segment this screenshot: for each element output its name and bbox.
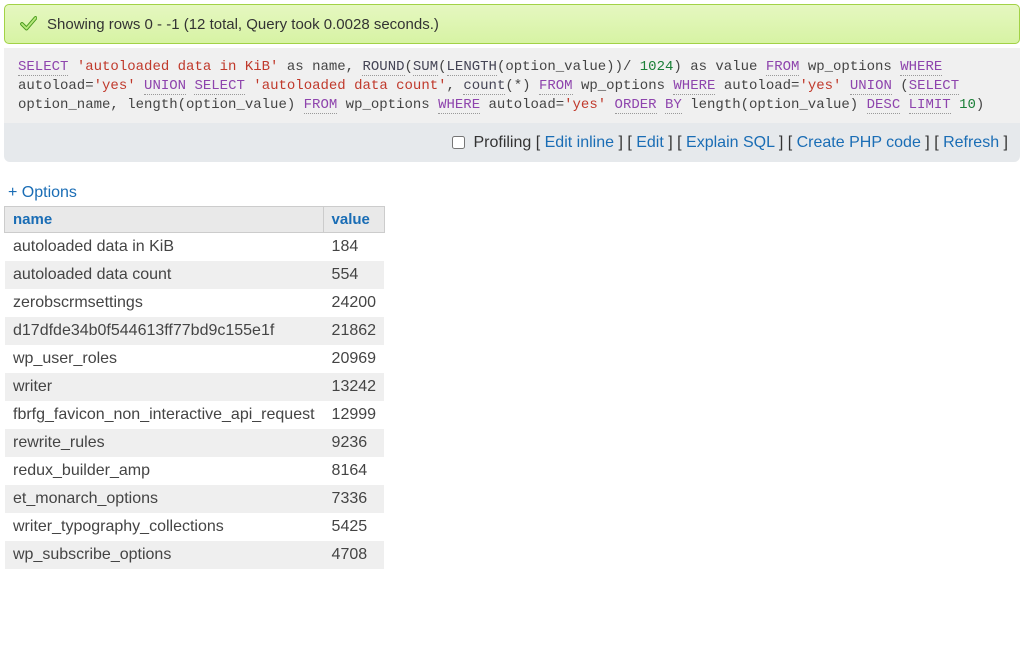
check-icon (19, 15, 37, 33)
table-row[interactable]: wp_subscribe_options4708 (5, 541, 385, 569)
table-row[interactable]: d17dfde34b0f544613ff77bd9c155e1f21862 (5, 317, 385, 345)
options-toggle[interactable]: + Options (8, 184, 77, 202)
cell-value: 21862 (323, 317, 384, 345)
cell-name: wp_user_roles (5, 345, 324, 373)
results-table: name value autoloaded data in KiB184auto… (4, 206, 385, 569)
cell-value: 4708 (323, 541, 384, 569)
create-php-link[interactable]: Create PHP code (797, 134, 921, 151)
query-success-text: Showing rows 0 - -1 (12 total, Query too… (47, 16, 439, 33)
cell-value: 8164 (323, 457, 384, 485)
cell-name: d17dfde34b0f544613ff77bd9c155e1f (5, 317, 324, 345)
edit-inline-link[interactable]: Edit inline (545, 134, 614, 151)
cell-name: et_monarch_options (5, 485, 324, 513)
cell-name: writer_typography_collections (5, 513, 324, 541)
table-row[interactable]: writer13242 (5, 373, 385, 401)
cell-value: 20969 (323, 345, 384, 373)
cell-name: autoloaded data count (5, 261, 324, 289)
executed-sql: SELECT 'autoloaded data in KiB' as name,… (4, 48, 1020, 123)
cell-value: 7336 (323, 485, 384, 513)
table-row[interactable]: et_monarch_options7336 (5, 485, 385, 513)
col-header-name[interactable]: name (5, 206, 324, 232)
cell-value: 13242 (323, 373, 384, 401)
profiling-label: Profiling (473, 134, 531, 151)
cell-value: 24200 (323, 289, 384, 317)
edit-link[interactable]: Edit (636, 134, 664, 151)
cell-name: wp_subscribe_options (5, 541, 324, 569)
table-row[interactable]: writer_typography_collections5425 (5, 513, 385, 541)
cell-value: 9236 (323, 429, 384, 457)
cell-name: rewrite_rules (5, 429, 324, 457)
cell-name: autoloaded data in KiB (5, 232, 324, 261)
table-row[interactable]: autoloaded data count554 (5, 261, 385, 289)
cell-name: writer (5, 373, 324, 401)
table-row[interactable]: autoloaded data in KiB184 (5, 232, 385, 261)
cell-value: 5425 (323, 513, 384, 541)
profiling-checkbox[interactable] (452, 136, 465, 149)
col-header-value[interactable]: value (323, 206, 384, 232)
cell-name: redux_builder_amp (5, 457, 324, 485)
table-row[interactable]: redux_builder_amp8164 (5, 457, 385, 485)
query-action-bar: Profiling [ Edit inline ] [ Edit ] [ Exp… (4, 123, 1020, 162)
table-row[interactable]: fbrfg_favicon_non_interactive_api_reques… (5, 401, 385, 429)
cell-name: fbrfg_favicon_non_interactive_api_reques… (5, 401, 324, 429)
explain-sql-link[interactable]: Explain SQL (686, 134, 774, 151)
cell-value: 12999 (323, 401, 384, 429)
table-row[interactable]: wp_user_roles20969 (5, 345, 385, 373)
cell-value: 184 (323, 232, 384, 261)
cell-name: zerobscrmsettings (5, 289, 324, 317)
query-success-bar: Showing rows 0 - -1 (12 total, Query too… (4, 4, 1020, 44)
table-row[interactable]: zerobscrmsettings24200 (5, 289, 385, 317)
cell-value: 554 (323, 261, 384, 289)
table-row[interactable]: rewrite_rules9236 (5, 429, 385, 457)
refresh-link[interactable]: Refresh (943, 134, 999, 151)
